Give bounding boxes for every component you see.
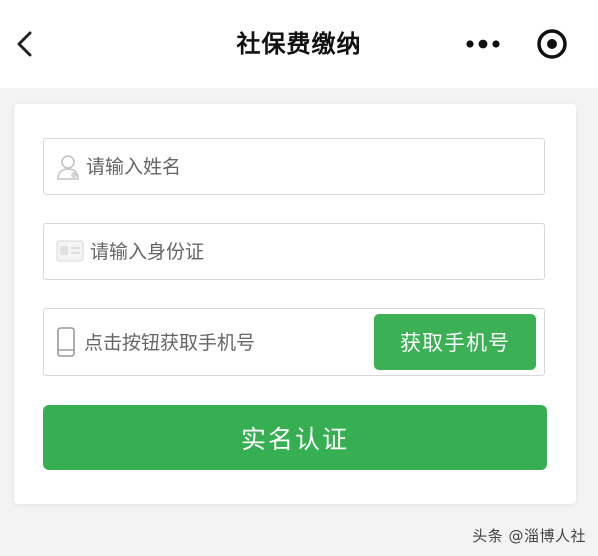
navigation-bar: 社保费缴纳 [0,0,598,88]
id-card-field[interactable] [43,223,545,280]
watermark: 头条 @淄博人社 [472,527,586,545]
verify-button[interactable]: 实名认证 [43,405,547,470]
id-card-input[interactable] [90,234,530,270]
phone-input[interactable] [84,325,354,361]
page-title: 社保费缴纳 [236,30,362,58]
name-input[interactable] [86,149,526,185]
more-button[interactable] [462,30,506,58]
more-dots-icon [466,39,500,49]
close-miniprogram-button[interactable] [534,26,570,62]
id-card-icon [56,240,84,266]
target-icon [537,29,567,59]
name-field[interactable] [43,138,545,195]
user-icon [56,153,80,185]
phone-icon [56,327,76,361]
get-phone-button[interactable]: 获取手机号 [374,314,536,370]
verification-form: 获取手机号 实名认证 [14,104,576,504]
